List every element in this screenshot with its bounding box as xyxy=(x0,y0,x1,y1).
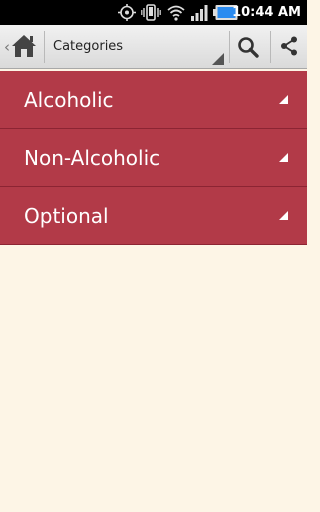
search-icon xyxy=(238,37,259,58)
home-icon xyxy=(12,35,36,57)
category-label: Non-Alcoholic xyxy=(24,146,161,170)
home-up-button[interactable]: ‹ xyxy=(0,25,44,69)
spinner-corner-icon xyxy=(212,53,224,65)
chevron-left-icon: ‹ xyxy=(4,38,10,56)
category-item-alcoholic[interactable]: Alcoholic xyxy=(0,71,307,129)
signal-icon xyxy=(191,5,208,21)
status-bar: 10:44 AM xyxy=(0,0,307,25)
spinner-label: Categories xyxy=(53,39,124,54)
category-item-optional[interactable]: Optional xyxy=(0,187,307,245)
category-label: Optional xyxy=(24,204,109,228)
gps-icon xyxy=(118,4,136,21)
category-list: Alcoholic Non-Alcoholic Optional xyxy=(0,71,307,245)
search-button[interactable] xyxy=(230,25,265,69)
expand-corner-icon xyxy=(279,153,288,162)
category-label: Alcoholic xyxy=(24,88,114,112)
category-spinner[interactable]: Categories xyxy=(45,25,228,69)
share-button[interactable] xyxy=(271,25,307,69)
share-icon xyxy=(281,36,297,56)
category-item-non-alcoholic[interactable]: Non-Alcoholic xyxy=(0,129,307,187)
status-time: 10:44 AM xyxy=(232,5,301,20)
action-bar: ‹ Categories xyxy=(0,25,307,69)
wifi-icon xyxy=(167,5,185,21)
expand-corner-icon xyxy=(279,95,288,104)
vibrate-icon xyxy=(141,4,161,21)
expand-corner-icon xyxy=(279,211,288,220)
